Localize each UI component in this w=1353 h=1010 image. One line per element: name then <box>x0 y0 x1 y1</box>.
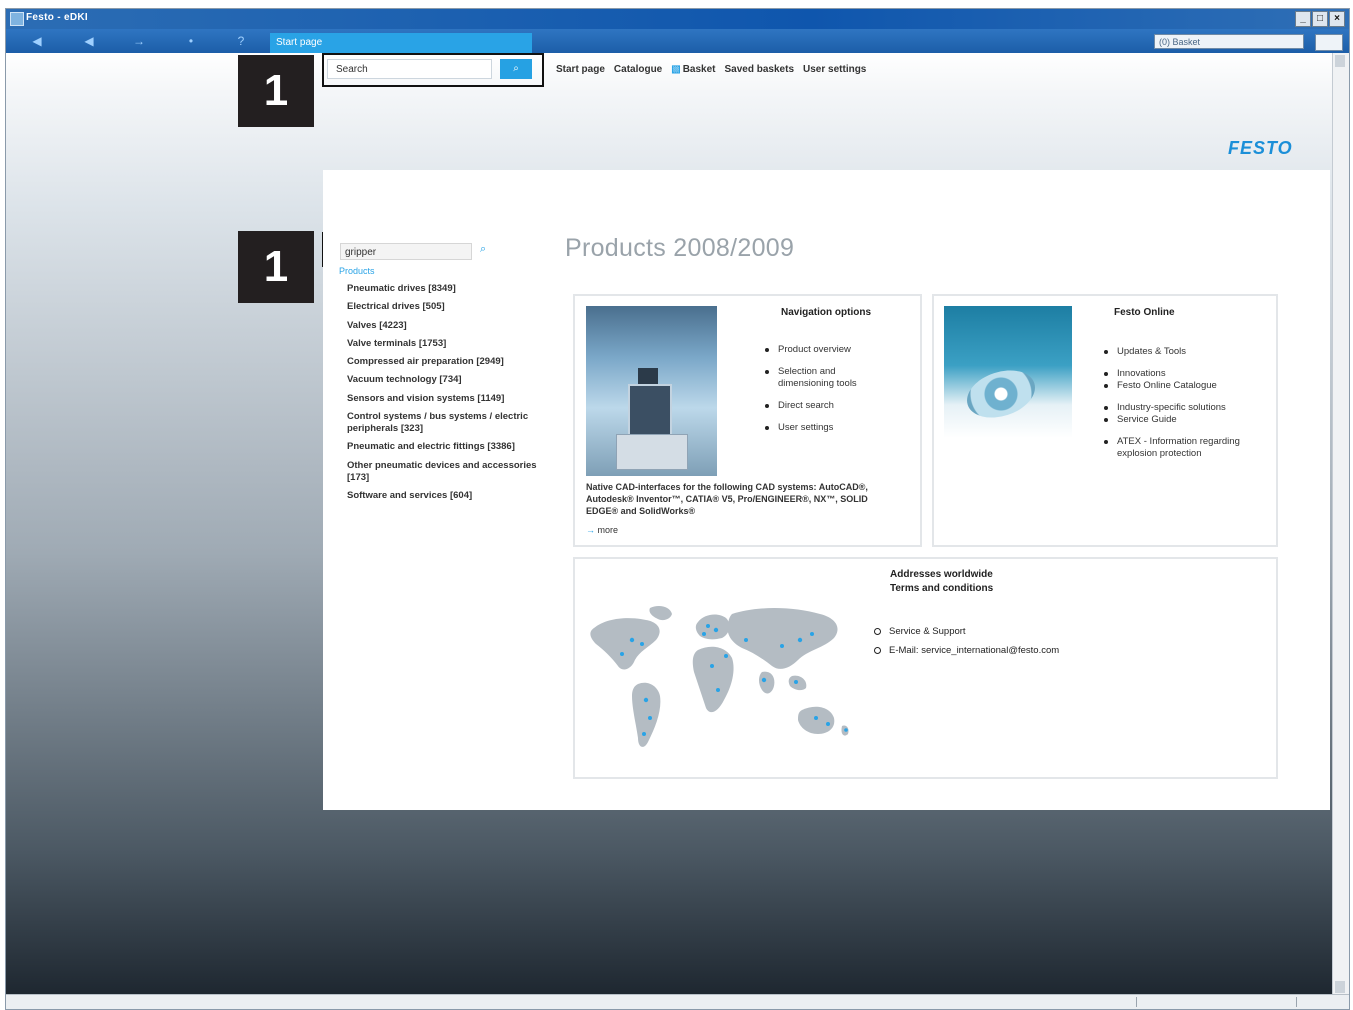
callout-marker: 1 <box>238 231 314 303</box>
product-image-part <box>616 434 688 470</box>
email-link[interactable]: E-Mail: service_international@festo.com <box>873 644 1059 657</box>
callout-marker: 1 <box>238 55 314 127</box>
category-list: Pneumatic drives [8349] Electrical drive… <box>347 283 537 508</box>
category-item[interactable]: Control systems / bus systems / electric… <box>347 411 537 435</box>
festo-online-heading: Festo Online <box>1114 307 1175 318</box>
festo-online-item[interactable]: Festo Online Catalogue <box>1102 380 1272 392</box>
festo-logo: FESTO <box>1228 138 1293 158</box>
scroll-up-icon[interactable] <box>1335 55 1345 67</box>
navigation-options-heading: Navigation options <box>781 307 871 318</box>
festo-online-list: Updates & Tools Innovations Festo Online… <box>1102 346 1272 460</box>
category-item[interactable]: Electrical drives [505] <box>347 301 537 313</box>
scroll-down-icon[interactable] <box>1335 981 1345 993</box>
cd-disc-image <box>944 306 1072 438</box>
forward-icon[interactable]: → <box>130 33 148 49</box>
world-map-image <box>590 606 849 747</box>
category-item[interactable]: Software and services [604] <box>347 490 537 502</box>
festo-online-item[interactable]: ATEX - Information regarding explosion p… <box>1102 436 1272 460</box>
top-navigation: Start page Catalogue ▧ Basket Saved baske… <box>556 64 866 75</box>
category-item[interactable]: Valve terminals [1753] <box>347 338 537 350</box>
contact-list: Service & Support E-Mail: service_intern… <box>873 625 1059 663</box>
product-search-input[interactable]: gripper <box>340 243 472 260</box>
navigation-option[interactable]: User settings <box>763 422 893 434</box>
title-bar: Festo - eDKI _ □ × <box>6 9 1349 29</box>
vertical-scrollbar[interactable] <box>1332 53 1349 995</box>
callout-highlight <box>322 53 544 87</box>
terms-heading[interactable]: Terms and conditions <box>890 583 993 594</box>
category-item[interactable]: Vacuum technology [734] <box>347 374 537 386</box>
navigation-option[interactable]: Selection and dimensioning tools <box>763 366 893 390</box>
status-bar <box>6 994 1349 1009</box>
navigation-option[interactable]: Direct search <box>763 400 893 412</box>
more-label: more <box>597 525 619 535</box>
arrow-icon: → <box>586 525 598 535</box>
festo-online-item[interactable]: Innovations <box>1102 368 1272 380</box>
addresses-heading[interactable]: Addresses worldwide <box>890 569 993 580</box>
nav-basket[interactable]: ▧ Basket <box>671 64 715 75</box>
category-item[interactable]: Pneumatic and electric fittings [3386] <box>347 441 537 453</box>
tab-start-page[interactable]: Start page <box>270 33 532 53</box>
nav-start-page[interactable]: Start page <box>556 64 605 75</box>
status-divider <box>1136 997 1137 1007</box>
basket-indicator[interactable]: (0) Basket <box>1154 34 1304 49</box>
window-controls: _ □ × <box>1295 11 1345 27</box>
search-icon[interactable]: ⌕ <box>480 243 486 256</box>
app-icon <box>10 12 24 26</box>
products-link[interactable]: Products <box>339 266 375 276</box>
cd-disc-icon <box>960 362 1042 426</box>
browser-toolbar: ◀ ◀ → • ? Start page (0) Basket <box>6 29 1349 53</box>
back-alt-icon[interactable]: ◀ <box>80 33 98 49</box>
page-title: Products 2008/2009 <box>565 234 795 262</box>
window-title: Festo - eDKI <box>26 12 88 23</box>
nav-catalogue[interactable]: Catalogue <box>614 64 662 75</box>
status-divider <box>1296 997 1297 1007</box>
category-item[interactable]: Pneumatic drives [8349] <box>347 283 537 295</box>
category-item[interactable]: Sensors and vision systems [1149] <box>347 393 537 405</box>
festo-online-item[interactable]: Industry-specific solutions <box>1102 402 1272 414</box>
back-icon[interactable]: ◀ <box>28 33 46 49</box>
nav-user-settings[interactable]: User settings <box>803 64 866 75</box>
basket-icon: ▧ <box>671 64 681 75</box>
category-item[interactable]: Compressed air preparation [2949] <box>347 356 537 368</box>
nav-saved-baskets[interactable]: Saved baskets <box>725 64 795 75</box>
home-icon[interactable]: • <box>182 33 200 49</box>
maximize-button[interactable]: □ <box>1312 11 1328 27</box>
product-collage-image <box>586 306 717 476</box>
minimize-button[interactable]: _ <box>1295 11 1311 27</box>
navigation-option[interactable]: Product overview <box>763 344 893 356</box>
product-image-part <box>638 368 658 384</box>
toolbar-dropdown[interactable] <box>1315 34 1343 51</box>
nav-basket-label: Basket <box>682 64 716 75</box>
close-button[interactable]: × <box>1329 11 1345 27</box>
festo-online-item[interactable]: Service Guide <box>1102 414 1272 426</box>
help-icon[interactable]: ? <box>232 33 250 49</box>
service-support-link[interactable]: Service & Support <box>873 625 1059 638</box>
category-item[interactable]: Other pneumatic devices and accessories … <box>347 460 537 484</box>
festo-online-item[interactable]: Updates & Tools <box>1102 346 1272 358</box>
more-link[interactable]: → more <box>586 525 618 535</box>
cad-interfaces-text: Native CAD-interfaces for the following … <box>586 482 868 516</box>
navigation-options-list: Product overview Selection and dimension… <box>763 344 893 434</box>
category-item[interactable]: Valves [4223] <box>347 320 537 332</box>
